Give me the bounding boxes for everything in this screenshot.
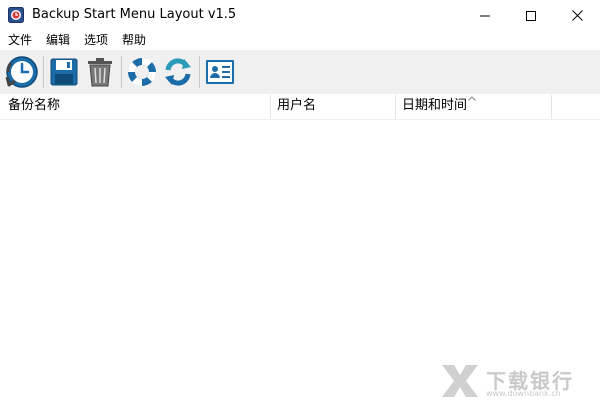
help-lifebuoy-icon	[127, 57, 157, 87]
column-header-username[interactable]: 用户名	[271, 95, 395, 119]
menu-bar: 文件 编辑 选项 帮助	[0, 31, 600, 50]
refresh-icon	[165, 58, 191, 86]
toolbar-separator	[199, 56, 200, 88]
menu-file[interactable]: 文件	[8, 33, 32, 48]
backup-button[interactable]	[4, 54, 40, 90]
menu-options[interactable]: 选项	[84, 33, 108, 48]
app-window: Backup Start Menu Layout v1.5 文件 编辑 选项 帮…	[0, 0, 600, 407]
column-divider[interactable]	[551, 95, 552, 119]
column-header-label: 用户名	[277, 98, 317, 113]
toolbar-separator	[121, 56, 122, 88]
watermark-logo-icon	[442, 365, 478, 397]
window-title: Backup Start Menu Layout v1.5	[32, 7, 237, 22]
save-icon	[50, 58, 78, 86]
contact-button[interactable]	[202, 54, 238, 90]
column-header-backup-name[interactable]: 备份名称	[2, 95, 270, 119]
menu-edit[interactable]: 编辑	[46, 33, 70, 48]
minimize-icon	[480, 15, 490, 16]
delete-button[interactable]	[82, 54, 118, 90]
maximize-icon	[526, 10, 536, 21]
close-button[interactable]	[554, 0, 600, 31]
maximize-button[interactable]	[508, 0, 554, 31]
close-icon	[571, 10, 583, 21]
menu-help[interactable]: 帮助	[122, 33, 146, 48]
toolbar	[0, 50, 600, 94]
list-header: 备份名称 用户名 日期和时间	[0, 95, 600, 120]
sort-ascending-icon	[468, 96, 476, 101]
watermark: 下载银行 www.downbank.cn	[440, 363, 590, 401]
minimize-button[interactable]	[462, 0, 508, 31]
help-button[interactable]	[124, 54, 160, 90]
backup-clock-icon	[5, 56, 38, 88]
refresh-button[interactable]	[160, 54, 196, 90]
title-bar[interactable]: Backup Start Menu Layout v1.5	[0, 0, 600, 31]
save-button[interactable]	[46, 54, 82, 90]
column-header-label: 日期和时间	[402, 98, 468, 113]
delete-trash-icon	[88, 58, 112, 87]
toolbar-separator	[43, 56, 44, 88]
contact-card-icon	[206, 60, 234, 84]
watermark-url: www.downbank.cn	[486, 389, 561, 398]
column-header-label: 备份名称	[8, 98, 61, 113]
app-icon	[8, 7, 24, 23]
